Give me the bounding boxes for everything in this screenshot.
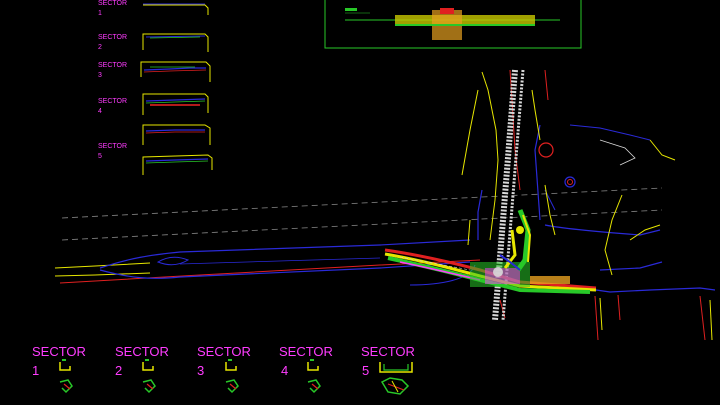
cross-section-thumbnail <box>142 359 156 394</box>
sector-sheet-5[interactable]: SECTOR 5 <box>98 124 213 175</box>
legend-sector-number: 3 <box>197 363 204 378</box>
cross-section-thumbnail <box>225 359 239 394</box>
road-plan <box>54 69 716 341</box>
profile-thumbnail <box>142 124 213 175</box>
sector-sheet-word: SECTOR <box>98 98 127 105</box>
legend-sector-number: 4 <box>281 363 288 378</box>
legend-sector-2[interactable]: SECTOR 2 <box>115 344 169 394</box>
legend-sector-word: SECTOR <box>361 344 415 359</box>
sector-legend: SECTOR 1 SECTOR 2 SECTOR 3 SECTOR 4 SECT… <box>32 344 415 395</box>
legend-sector-number: 2 <box>115 363 122 378</box>
profile-thumbnail <box>140 61 211 82</box>
sector-sheet-3[interactable]: SECTOR 3 <box>98 61 211 82</box>
legend-sector-1[interactable]: SECTOR 1 <box>32 344 86 394</box>
sector-sheet-number: 3 <box>98 72 102 79</box>
alignment-lines <box>61 187 663 241</box>
sector-sheet-word: SECTOR <box>98 62 127 69</box>
sector-sheet-word: SECTOR <box>98 34 127 41</box>
elevation-frame <box>324 0 582 49</box>
sector-sheet-number: 5 <box>98 153 102 160</box>
sector-sheet-number: 4 <box>98 108 102 115</box>
legend-sector-word: SECTOR <box>32 344 86 359</box>
sector-sheet-1[interactable]: SECTOR 1 <box>98 0 209 17</box>
legend-sector-5[interactable]: SECTOR 5 <box>361 344 415 395</box>
legend-sector-3[interactable]: SECTOR 3 <box>197 344 251 394</box>
cross-section-thumbnail <box>379 362 413 395</box>
legend-sector-4[interactable]: SECTOR 4 <box>279 344 333 394</box>
sector-sheet-number: 1 <box>98 10 102 17</box>
legend-sector-number: 1 <box>32 363 39 378</box>
legend-sector-word: SECTOR <box>115 344 169 359</box>
sector-sheet-number: 2 <box>98 44 102 51</box>
sector-sheet-4[interactable]: SECTOR 4 <box>98 93 209 115</box>
profile-thumbnail <box>142 33 209 52</box>
profile-thumbnail <box>143 3 209 15</box>
cad-drawing-canvas[interactable]: SECTOR 1 SECTOR 2 SECTOR 3 SECTOR 4 SECT… <box>0 0 720 405</box>
sector-sheet-word: SECTOR <box>98 0 127 7</box>
cad-drawing: SECTOR 1 SECTOR 2 SECTOR 3 SECTOR 4 SECT… <box>32 0 716 395</box>
sector-profile-sheets: SECTOR 1 SECTOR 2 SECTOR 3 SECTOR 4 SECT… <box>98 0 213 175</box>
legend-sector-number: 5 <box>362 363 369 378</box>
cross-section-thumbnail <box>59 359 73 394</box>
cross-section-thumbnail <box>307 359 321 394</box>
legend-sector-word: SECTOR <box>279 344 333 359</box>
profile-thumbnail <box>142 93 209 115</box>
sector-sheet-word: SECTOR <box>98 143 127 150</box>
legend-sector-word: SECTOR <box>197 344 251 359</box>
sector-sheet-2[interactable]: SECTOR 2 <box>98 33 209 52</box>
